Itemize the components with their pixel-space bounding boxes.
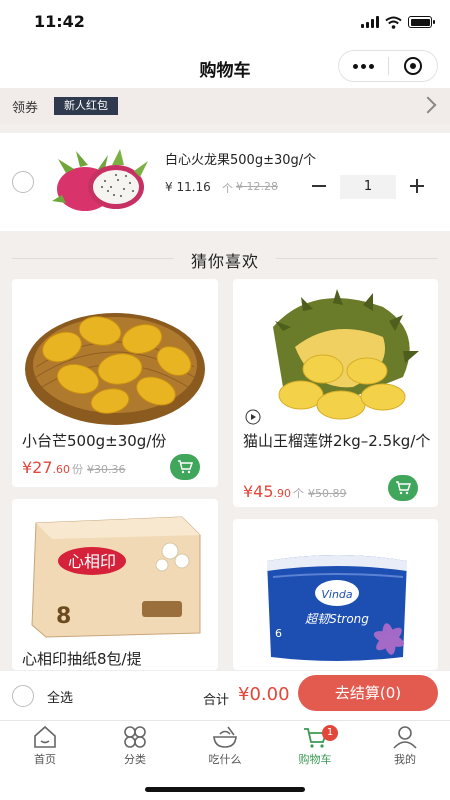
vinda-tissue-image: Vinda 超韧Strong 6 [267, 555, 407, 661]
tissue-image: 心相印 8 [31, 516, 201, 638]
product-price: ¥27.60 份 ¥30.36 [22, 458, 126, 477]
product-card[interactable]: 心相印 8 心相印抽纸8包/提 [12, 499, 218, 670]
cart-icon [178, 460, 193, 474]
add-to-cart-button[interactable] [388, 475, 418, 501]
dragon-fruit-image[interactable] [50, 145, 150, 217]
status-bar: 11:42 [0, 0, 450, 44]
bowl-icon [213, 726, 237, 748]
product-card[interactable]: Vinda 超韧Strong 6 [233, 519, 438, 670]
add-to-cart-button[interactable] [170, 454, 200, 480]
status-icons [361, 14, 435, 30]
svg-text:6: 6 [275, 627, 282, 640]
vinda-logo-text: Vinda [321, 588, 353, 601]
more-options-button[interactable] [339, 50, 388, 82]
item-unit: 个 [222, 182, 233, 195]
signal-icon [361, 16, 379, 28]
nav-bar: 购物车 [0, 44, 450, 88]
product-card[interactable]: 小台芒500g±30g/份 ¥27.60 份 ¥30.36 [12, 279, 218, 487]
quantity-input[interactable]: 1 [340, 175, 396, 199]
total-value: ¥0.00 [238, 684, 290, 705]
tab-category[interactable]: 分类 [90, 721, 180, 771]
tab-cart[interactable]: 1 购物车 [270, 721, 360, 771]
item-original-price: ¥ 12.28 [236, 180, 278, 193]
battery-icon [408, 16, 435, 28]
mango-image [25, 313, 205, 425]
home-indicator [145, 787, 305, 792]
coupon-tag[interactable]: 新人红包 [54, 97, 118, 115]
item-select-checkbox[interactable] [12, 171, 34, 193]
profile-icon [393, 726, 417, 749]
svg-text:8: 8 [56, 604, 71, 629]
quantity-increase-button[interactable] [409, 178, 425, 194]
home-icon [34, 725, 56, 748]
checkout-button[interactable]: 去结算(0) [298, 675, 438, 711]
cart-icon [396, 481, 411, 495]
close-mini-program-button[interactable] [388, 50, 437, 82]
recommend-header: 猜你喜欢 [0, 240, 450, 278]
quantity-decrease-button[interactable] [311, 178, 327, 194]
tab-label: 购物车 [298, 753, 332, 766]
vinda-strong-text: 超韧Strong [305, 612, 369, 626]
product-title: 猫山王榴莲饼2kg–2.5kg/个 [243, 432, 431, 450]
cart-badge: 1 [322, 725, 338, 741]
coupon-label: 领券 [12, 101, 39, 116]
product-title: 心相印抽纸8包/提 [22, 650, 142, 668]
cart-item: 白心火龙果500g±30g/个 ¥ 11.16 个 ¥ 12.28 1 [0, 133, 450, 231]
status-time: 11:42 [34, 12, 85, 31]
product-card[interactable]: 猫山王榴莲饼2kg–2.5kg/个 ¥45.90 个 ¥50.89 [233, 279, 438, 507]
select-all-checkbox[interactable] [12, 685, 34, 707]
checkout-bar: 全选 合计 ¥0.00 去结算(0) [0, 670, 450, 720]
item-name[interactable]: 白心火龙果500g±30g/个 [165, 149, 316, 168]
item-price: ¥ 11.16 [165, 180, 211, 194]
product-price: ¥45.90 个 ¥50.89 [243, 482, 347, 501]
durian-image [245, 289, 419, 425]
tab-label: 吃什么 [208, 753, 242, 766]
product-title: 小台芒500g±30g/份 [22, 432, 167, 450]
tab-profile[interactable]: 我的 [360, 721, 450, 771]
target-icon [403, 57, 422, 75]
tab-label: 分类 [124, 753, 146, 766]
recommend-title: 猜你喜欢 [190, 252, 259, 271]
tab-home[interactable]: 首页 [0, 721, 90, 771]
chevron-right-icon[interactable] [419, 96, 437, 114]
select-all-label[interactable]: 全选 [47, 687, 73, 706]
mini-program-capsule [338, 50, 438, 82]
tab-what-to-eat[interactable]: 吃什么 [180, 721, 270, 771]
tab-label: 我的 [394, 753, 416, 766]
category-icon [124, 726, 146, 748]
brand-logo-text: 心相印 [68, 552, 116, 571]
divider-line [276, 258, 438, 259]
wifi-icon [385, 16, 402, 29]
coupon-row[interactable]: 领券 新人红包 [0, 88, 450, 124]
tab-label: 首页 [34, 753, 56, 766]
total-label: 合计 [203, 693, 230, 708]
